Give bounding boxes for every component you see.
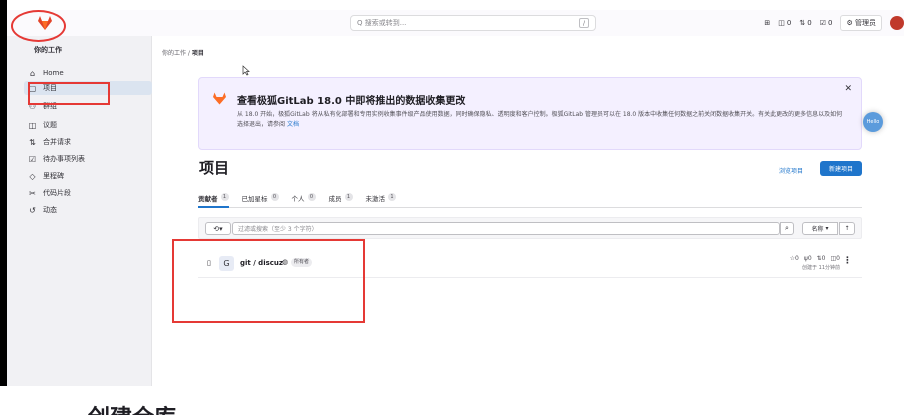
- search-icon[interactable]: ⌕: [780, 222, 794, 235]
- bottom-heading: 创建仓库: [88, 400, 176, 415]
- close-icon[interactable]: ✕: [844, 84, 852, 94]
- sort-label: 名称: [811, 226, 824, 233]
- floating-assistant-bubble[interactable]: Hello: [863, 112, 883, 132]
- sidebar-title: 你的工作: [34, 46, 62, 54]
- search-input[interactable]: Q 搜索或转到... /: [350, 15, 596, 31]
- merge-request-icon: ⇅: [799, 19, 806, 27]
- sidebar-item-label: 动态: [43, 206, 57, 214]
- activity-icon: ↺: [29, 205, 36, 215]
- tab-count-badge: 1: [220, 193, 229, 201]
- sidebar-item-issues[interactable]: ◫ 议题: [24, 118, 152, 132]
- sidebar-item-home[interactable]: ⌂ Home: [24, 66, 152, 80]
- data-collection-banner: 查看极狐GitLab 18.0 中即将推出的数据收集更改 从 18.0 开始，极…: [198, 77, 862, 150]
- merge-request-count-value: 0: [821, 255, 826, 262]
- filter-search-input[interactable]: 过滤或搜索（至少 3 个字符）: [232, 222, 780, 235]
- tab-label: 个人: [291, 195, 305, 203]
- chevron-down-icon: ▾: [825, 225, 829, 232]
- annotation-box-projects-nav: [28, 82, 110, 105]
- admin-area-button[interactable]: ⚙ 管理员: [840, 15, 882, 31]
- project-tabs: 贡献者 1 已加星标 0 个人 0 成员 1 未激活 1: [198, 190, 862, 208]
- page-title: 项目: [199, 159, 230, 177]
- admin-label: 管理员: [855, 19, 876, 27]
- todos-counter[interactable]: ☑ 0: [820, 19, 833, 27]
- tab-personal[interactable]: 个人 0: [292, 190, 316, 208]
- admin-icon: ⚙: [846, 19, 853, 27]
- screen-edge: [0, 0, 7, 386]
- banner-title: 查看极狐GitLab 18.0 中即将推出的数据收集更改: [237, 96, 466, 107]
- explore-projects-link[interactable]: 浏览项目: [779, 166, 803, 175]
- breadcrumb-current: 项目: [191, 50, 204, 57]
- mouse-cursor-icon: [242, 65, 250, 76]
- filter-bar: ⟲ ▾ 过滤或搜索（至少 3 个字符） ⌕ 名称 ▾ ↑: [198, 217, 862, 239]
- tab-label: 未激活: [365, 195, 386, 203]
- todo-icon: ☑: [819, 19, 827, 27]
- project-updated-time: 创建于 11分钟前: [802, 265, 840, 271]
- sidebar-item-todos[interactable]: ☑ 待办事项列表: [24, 152, 152, 166]
- search-history-button[interactable]: ⟲ ▾: [205, 222, 231, 235]
- sidebar-item-label: Home: [43, 69, 64, 77]
- create-new-icon[interactable]: ⊞: [764, 19, 770, 27]
- tab-label: 已加星标: [241, 195, 268, 203]
- milestone-icon: ◇: [29, 171, 36, 181]
- tab-starred[interactable]: 已加星标 0: [242, 190, 279, 208]
- banner-docs-link[interactable]: 文档: [287, 121, 299, 128]
- sidebar-item-label: 代码片段: [43, 189, 71, 197]
- star-count-value: 0: [795, 255, 799, 262]
- banner-body: 从 18.0 开始，极狐GitLab 将从私有化部署和专用实例收集事件级产品使用…: [237, 111, 843, 128]
- issues-icon: ◫: [778, 19, 785, 27]
- issues-count: 0: [786, 19, 792, 27]
- sort-direction-button[interactable]: ↑: [839, 222, 855, 235]
- snippet-icon: ✂: [29, 188, 36, 198]
- sidebar-item-label: 待办事项列表: [43, 155, 85, 163]
- project-stats: ☆0 ψ0 ⇅0 ◫0: [790, 255, 840, 262]
- todo-icon: ☑: [28, 154, 37, 164]
- sidebar-item-snippets[interactable]: ✂ 代码片段: [24, 186, 152, 200]
- chevron-down-icon: ▾: [219, 224, 223, 233]
- sort-select[interactable]: 名称 ▾: [802, 222, 838, 235]
- issue-count[interactable]: ◫0: [831, 255, 841, 262]
- top-right-actions: ⊞ ◫ 0 ⇅ 0 ☑ 0 ⚙ 管理员: [764, 14, 904, 32]
- todos-count: 0: [828, 19, 833, 27]
- user-avatar[interactable]: [890, 16, 904, 30]
- tab-count-badge: 1: [344, 193, 353, 201]
- merge-requests-counter[interactable]: ⇅ 0: [799, 19, 811, 27]
- tab-contributed[interactable]: 贡献者 1: [198, 190, 229, 208]
- tab-member[interactable]: 成员 1: [329, 190, 353, 208]
- new-project-button[interactable]: 新建项目: [820, 161, 862, 176]
- issues-icon: ◫: [28, 120, 37, 130]
- fork-count[interactable]: ψ0: [804, 255, 812, 262]
- issues-counter[interactable]: ◫ 0: [778, 19, 791, 27]
- tab-count-badge: 0: [307, 193, 316, 201]
- banner-text: 从 18.0 开始，极狐GitLab 将从私有化部署和专用实例收集事件级产品使用…: [237, 110, 847, 130]
- tab-count-badge: 1: [388, 193, 396, 201]
- tab-inactive[interactable]: 未激活 1: [365, 190, 396, 208]
- annotation-box-project-row: [172, 239, 365, 323]
- search-shortcut-key: /: [579, 18, 589, 28]
- home-icon: ⌂: [29, 68, 36, 78]
- annotation-ellipse-logo: [11, 10, 66, 42]
- sidebar-item-merge-requests[interactable]: ⇅ 合并请求: [24, 135, 152, 149]
- star-count[interactable]: ☆0: [790, 255, 799, 262]
- merge-request-icon: ⇅: [29, 137, 36, 147]
- merge-request-count[interactable]: ⇅0: [817, 255, 826, 262]
- search-placeholder: Q 搜索或转到...: [357, 19, 407, 27]
- sidebar-item-label: 合并请求: [43, 138, 71, 146]
- tab-label: 成员: [328, 195, 342, 203]
- merge-requests-count: 0: [807, 19, 812, 27]
- breadcrumb: 你的工作 / 项目: [162, 50, 204, 57]
- tab-label: 贡献者: [198, 195, 218, 203]
- sidebar-item-label: 议题: [43, 121, 57, 129]
- gitlab-logo-icon: [213, 92, 226, 105]
- tab-count-badge: 0: [270, 193, 279, 201]
- issue-count-value: 0: [836, 255, 840, 262]
- fork-count-value: 0: [807, 255, 812, 262]
- kebab-menu-icon[interactable]: ⋮: [843, 256, 852, 266]
- sidebar-item-activity[interactable]: ↺ 动态: [24, 203, 152, 217]
- breadcrumb-parent[interactable]: 你的工作: [162, 50, 186, 57]
- top-bar: Q 搜索或转到... / ⊞ ◫ 0 ⇅ 0 ☑ 0 ⚙ 管理员: [7, 10, 904, 36]
- sidebar-item-milestones[interactable]: ◇ 里程碑: [24, 169, 152, 183]
- sidebar-item-label: 里程碑: [43, 172, 64, 180]
